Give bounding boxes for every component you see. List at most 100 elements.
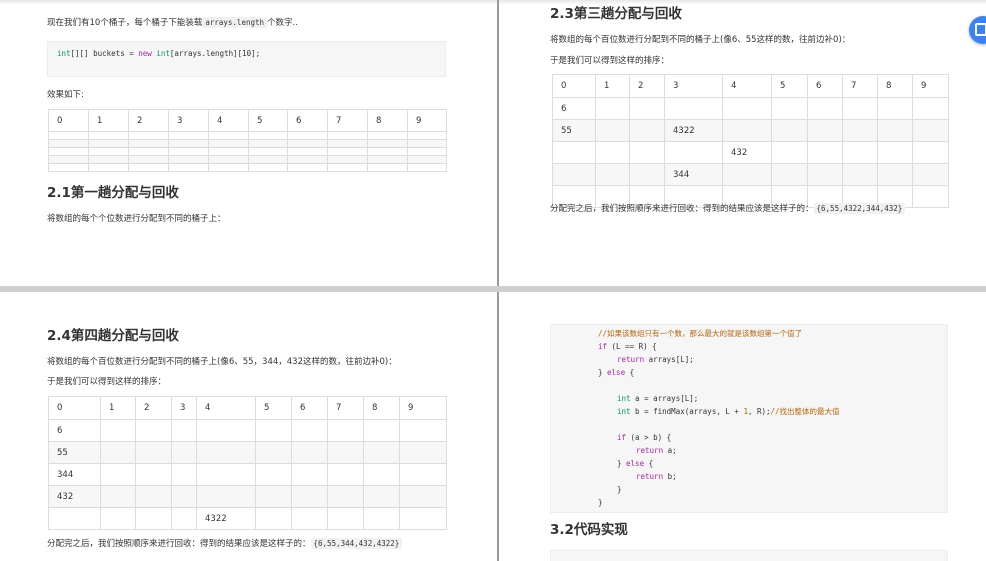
code-token: { bbox=[625, 368, 635, 377]
table-cell bbox=[912, 185, 949, 208]
code-token: arrays[L]; bbox=[644, 355, 694, 364]
table-cell bbox=[399, 507, 447, 530]
table-cell bbox=[48, 163, 89, 172]
table-header-cell: 3 bbox=[168, 109, 209, 132]
table-cell bbox=[327, 441, 364, 464]
code-token: } bbox=[617, 485, 622, 494]
table-cell bbox=[248, 163, 288, 172]
code-token: b; bbox=[663, 472, 677, 481]
table-cell: 55 bbox=[48, 441, 101, 464]
table-cell bbox=[171, 463, 197, 486]
table-cell bbox=[48, 147, 89, 156]
table-cell bbox=[291, 463, 328, 486]
result-paragraph-2-4: 分配完之后，我们按照顺序来进行回收：得到的结果应该是这样子的： {6,55,344… bbox=[47, 538, 403, 550]
table-cell bbox=[771, 163, 808, 186]
table-cell bbox=[196, 419, 256, 442]
code-line-7: if (a > b) { bbox=[598, 431, 840, 444]
table-cell bbox=[208, 163, 249, 172]
code-token: [arrays.length][10]; bbox=[169, 49, 261, 58]
table-cell bbox=[363, 507, 400, 530]
table-header-cell: 2 bbox=[135, 396, 172, 420]
table-cell bbox=[88, 139, 129, 148]
table-cell bbox=[135, 463, 172, 486]
section-desc-2-4: 将数组的每个百位数进行分配到不同的桶子上(像6、55，344，432这样的数，往… bbox=[47, 357, 397, 367]
bucket-table-pass-3: 0 1 2 3 4 5 6 7 8 9 6 55 4322 432 344 bbox=[552, 74, 949, 208]
code-line-11: } bbox=[598, 483, 840, 496]
code-line-9: } else { bbox=[598, 457, 840, 470]
table-cell bbox=[88, 147, 129, 156]
table-cell bbox=[48, 155, 89, 164]
table-cell bbox=[807, 97, 843, 120]
table-cell bbox=[168, 139, 209, 148]
table-cell bbox=[912, 141, 949, 164]
code-line-1: //如果该数组只有一个数，那么最大的就是该数组第一个值了 bbox=[598, 327, 840, 340]
sort-intro-2-4: 于是我们可以得到这样的排序： bbox=[47, 377, 167, 387]
table-cell bbox=[327, 507, 364, 530]
table-row: 344 bbox=[48, 463, 447, 486]
table-cell bbox=[552, 163, 596, 186]
table-cell bbox=[100, 485, 136, 508]
table-cell bbox=[327, 463, 364, 486]
table-header-cell: 7 bbox=[327, 109, 368, 132]
table-cell bbox=[407, 139, 447, 148]
code-block-partial bbox=[550, 550, 948, 561]
table-row: 4322 bbox=[48, 507, 447, 530]
code-block-find-max: //如果该数组只有一个数，那么最大的就是该数组第一个值了 if (L == R) … bbox=[550, 324, 948, 513]
table-row bbox=[48, 163, 447, 172]
code-token: a = arrays[L]; bbox=[630, 394, 699, 403]
code-token: , R); bbox=[747, 407, 771, 416]
page-panel-top-right: 2.3第三趟分配与回收 将数组的每个百位数进行分配到不同的桶子上(像6、55这样… bbox=[499, 0, 986, 286]
table-header-cell: 4 bbox=[722, 74, 772, 98]
table-cell bbox=[327, 155, 368, 164]
table-cell bbox=[629, 163, 665, 186]
table-cell bbox=[171, 485, 197, 508]
table-cell bbox=[327, 147, 368, 156]
code-token: } bbox=[598, 368, 608, 377]
table-cell bbox=[363, 463, 400, 486]
table-cell bbox=[135, 441, 172, 464]
table-cell bbox=[629, 97, 665, 120]
table-cell bbox=[128, 131, 169, 140]
table-cell bbox=[196, 441, 256, 464]
table-header-cell: 1 bbox=[595, 74, 630, 98]
table-cell bbox=[327, 485, 364, 508]
code-token-type: int bbox=[57, 49, 71, 58]
table-cell bbox=[48, 139, 89, 148]
table-cell bbox=[664, 141, 723, 164]
table-cell bbox=[407, 163, 447, 172]
code-token: { bbox=[644, 459, 654, 468]
table-cell bbox=[168, 155, 209, 164]
effect-label: 效果如下: bbox=[47, 90, 84, 100]
table-cell bbox=[327, 419, 364, 442]
table-header-row: 0123456789 bbox=[48, 109, 447, 132]
result-inline-code: {6,55,4322,344,432} bbox=[813, 203, 906, 214]
table-cell bbox=[722, 119, 772, 142]
table-cell bbox=[722, 163, 772, 186]
result-inline-code: {6,55,344,432,4322} bbox=[310, 538, 403, 549]
table-cell bbox=[100, 463, 136, 486]
table-cell bbox=[877, 163, 913, 186]
table-header-cell: 5 bbox=[248, 109, 288, 132]
table-cell bbox=[722, 97, 772, 120]
table-header-row: 0123456789 bbox=[552, 74, 949, 98]
table-cell bbox=[407, 147, 447, 156]
table-header-cell: 2 bbox=[128, 109, 169, 132]
intro-text-end: 个数字.. bbox=[267, 18, 298, 28]
table-cell bbox=[255, 441, 292, 464]
code-line-10: return b; bbox=[598, 470, 840, 483]
page-panel-top-left: 现在我们有10个桶子，每个桶子下能装载 arrays.length 个数字.. in… bbox=[0, 0, 497, 286]
table-cell bbox=[771, 119, 808, 142]
table-cell bbox=[291, 419, 328, 442]
table-cell bbox=[248, 155, 288, 164]
table-cell bbox=[842, 97, 878, 120]
code-comment: //找出整体的最大值 bbox=[770, 407, 840, 416]
table-cell bbox=[363, 485, 400, 508]
table-cell bbox=[135, 507, 172, 530]
table-cell bbox=[128, 155, 169, 164]
table-header-cell: 1 bbox=[88, 109, 129, 132]
table-cell bbox=[135, 419, 172, 442]
code-token-keyword: if bbox=[617, 433, 627, 442]
table-header-cell: 8 bbox=[367, 109, 408, 132]
table-cell bbox=[171, 419, 197, 442]
